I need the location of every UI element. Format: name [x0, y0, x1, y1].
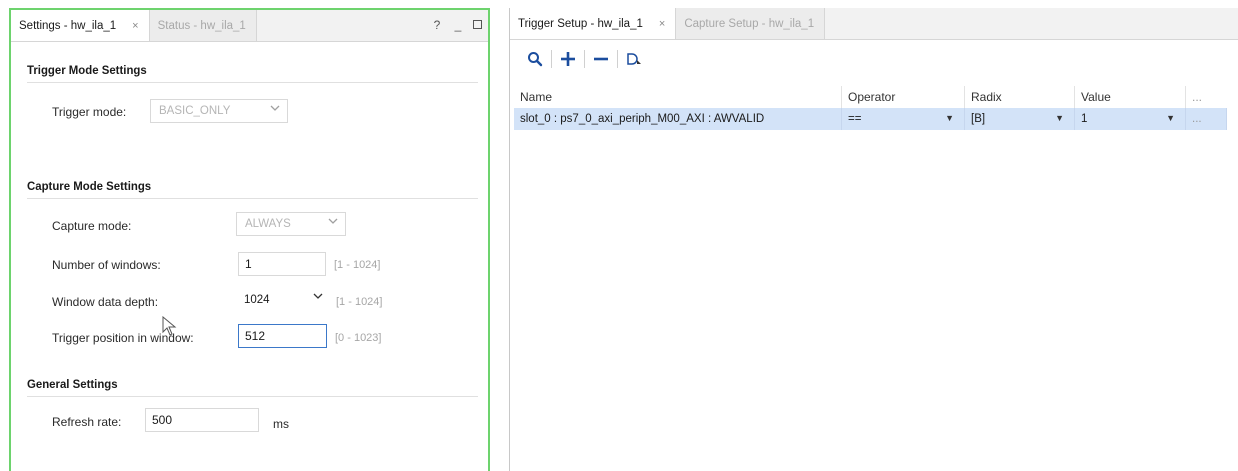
settings-panel: Settings - hw_ila_1 × Status - hw_ila_1 … [9, 8, 490, 471]
tab-capture-setup[interactable]: Capture Setup - hw_ila_1 [676, 8, 826, 39]
number-of-windows-range: [1 - 1024] [334, 259, 381, 271]
column-radix-header[interactable]: Radix [965, 86, 1075, 108]
capture-mode-label: Capture mode: [52, 219, 132, 233]
general-section-title: General Settings [27, 377, 118, 391]
capture-mode-select: ALWAYS [236, 212, 346, 236]
row-more-button[interactable]: ... [1186, 108, 1227, 130]
window-data-depth-range: [1 - 1024] [336, 296, 383, 308]
window-controls: ? _ [431, 18, 482, 32]
window-data-depth-value: 1024 [244, 294, 270, 306]
trigger-mode-value: BASIC_ONLY [159, 105, 231, 117]
remove-icon[interactable] [588, 47, 614, 71]
trigger-position-field[interactable]: 512 [238, 324, 327, 348]
tab-trigger-setup[interactable]: Trigger Setup - hw_ila_1 × [510, 8, 677, 39]
refresh-rate-unit: ms [273, 417, 289, 431]
left-tabbar: Settings - hw_ila_1 × Status - hw_ila_1 … [11, 10, 488, 42]
value-value: 1 [1081, 113, 1088, 125]
number-of-windows-field[interactable]: 1 [238, 252, 326, 276]
maximize-icon[interactable] [473, 20, 482, 29]
chevron-down-icon [328, 216, 338, 229]
refresh-rate-field[interactable]: 500 [145, 408, 259, 432]
window-data-depth-label: Window data depth: [52, 295, 159, 309]
window-data-depth-select[interactable]: 1024 [238, 288, 330, 312]
radix-value: [B] [971, 113, 986, 125]
tab-status-label: Status - hw_ila_1 [157, 19, 246, 32]
tab-trigger-setup-label: Trigger Setup - hw_ila_1 [518, 17, 643, 30]
table-row[interactable]: slot_0 : ps7_0_axi_periph_M00_AXI : AWVA… [514, 108, 1227, 130]
trigger-setup-panel: Trigger Setup - hw_ila_1 × Capture Setup… [509, 8, 1238, 471]
trigger-position-range: [0 - 1023] [335, 332, 382, 344]
close-icon[interactable]: × [132, 20, 138, 32]
add-icon[interactable] [555, 47, 581, 71]
right-tabbar: Trigger Setup - hw_ila_1 × Capture Setup… [510, 8, 1238, 40]
mouse-cursor-icon [162, 316, 177, 336]
table-header: Name Operator Radix Value ... [514, 86, 1227, 108]
section-divider [27, 82, 478, 83]
chevron-down-icon [270, 103, 280, 116]
toolbar-separator [617, 50, 618, 68]
dropdown-arrow-icon[interactable]: ▼ [1166, 113, 1175, 123]
row-name-cell[interactable]: slot_0 : ps7_0_axi_periph_M00_AXI : AWVA… [514, 108, 842, 130]
toolbar-separator [584, 50, 585, 68]
row-value-cell[interactable]: 1 ▼ [1075, 108, 1186, 130]
close-icon[interactable]: × [659, 18, 665, 30]
search-icon[interactable] [522, 47, 548, 71]
toolbar-separator [551, 50, 552, 68]
row-radix-cell[interactable]: [B] ▼ [965, 108, 1075, 130]
column-name-header[interactable]: Name [514, 86, 842, 108]
tab-settings[interactable]: Settings - hw_ila_1 × [11, 10, 150, 41]
capture-mode-value: ALWAYS [245, 218, 291, 230]
row-operator-cell[interactable]: == ▼ [842, 108, 965, 130]
dropdown-arrow-icon[interactable]: ▼ [1055, 113, 1064, 123]
tab-settings-label: Settings - hw_ila_1 [19, 19, 117, 32]
section-divider [27, 396, 478, 397]
column-more-header[interactable]: ... [1186, 86, 1227, 108]
number-of-windows-label: Number of windows: [52, 258, 161, 272]
column-value-header[interactable]: Value [1075, 86, 1186, 108]
trigger-condition-icon[interactable] [621, 47, 647, 71]
tab-capture-setup-label: Capture Setup - hw_ila_1 [684, 17, 815, 30]
tab-status[interactable]: Status - hw_ila_1 [149, 10, 257, 41]
help-icon[interactable]: ? [431, 18, 443, 32]
dropdown-arrow-icon[interactable]: ▼ [945, 113, 954, 123]
minimize-icon[interactable]: _ [452, 18, 464, 32]
capture-mode-section-title: Capture Mode Settings [27, 179, 152, 193]
trigger-toolbar [510, 44, 1238, 74]
trigger-mode-select: BASIC_ONLY [150, 99, 288, 123]
trigger-mode-section-title: Trigger Mode Settings [27, 63, 147, 77]
section-divider [27, 198, 478, 199]
trigger-table: Name Operator Radix Value ... slot_0 : p… [514, 86, 1227, 130]
trigger-mode-label: Trigger mode: [52, 105, 127, 119]
chevron-down-icon [313, 291, 323, 304]
operator-value: == [848, 113, 862, 125]
column-operator-header[interactable]: Operator [842, 86, 965, 108]
refresh-rate-label: Refresh rate: [52, 415, 122, 429]
